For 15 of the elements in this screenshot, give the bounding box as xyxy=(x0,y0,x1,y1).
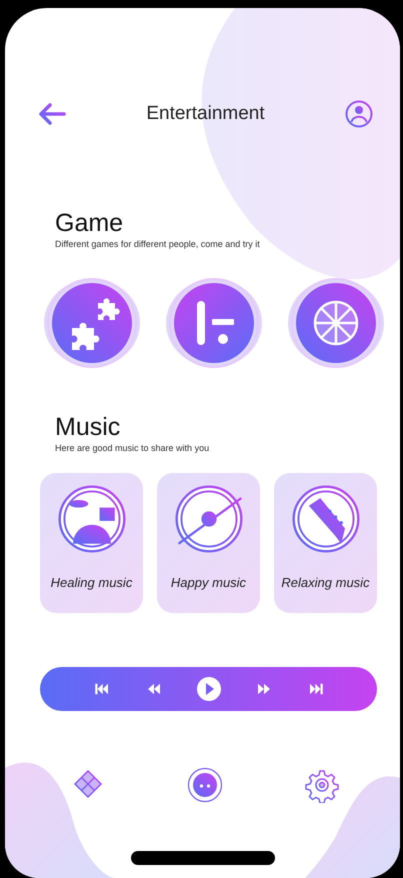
play-icon[interactable] xyxy=(196,677,220,701)
face-icon[interactable] xyxy=(187,767,223,803)
back-arrow-icon[interactable] xyxy=(38,100,66,128)
music-card[interactable]: Happy music xyxy=(157,473,260,613)
section-subtitle: Different games for different people, come and try it xyxy=(55,239,261,249)
card-label: Relaxing music xyxy=(281,575,370,590)
section-title: Game xyxy=(55,209,124,237)
music-card[interactable]: Relaxing music xyxy=(274,473,377,613)
page-title: Entertainment xyxy=(146,103,265,125)
profile-icon[interactable] xyxy=(344,100,373,128)
section-subtitle: Here are good music to share with you xyxy=(55,443,210,453)
card-label: Healing music xyxy=(50,575,132,590)
card-label: Happy music xyxy=(170,575,246,590)
section-title: Music xyxy=(55,413,122,441)
music-card[interactable]: Healing music xyxy=(40,473,143,613)
